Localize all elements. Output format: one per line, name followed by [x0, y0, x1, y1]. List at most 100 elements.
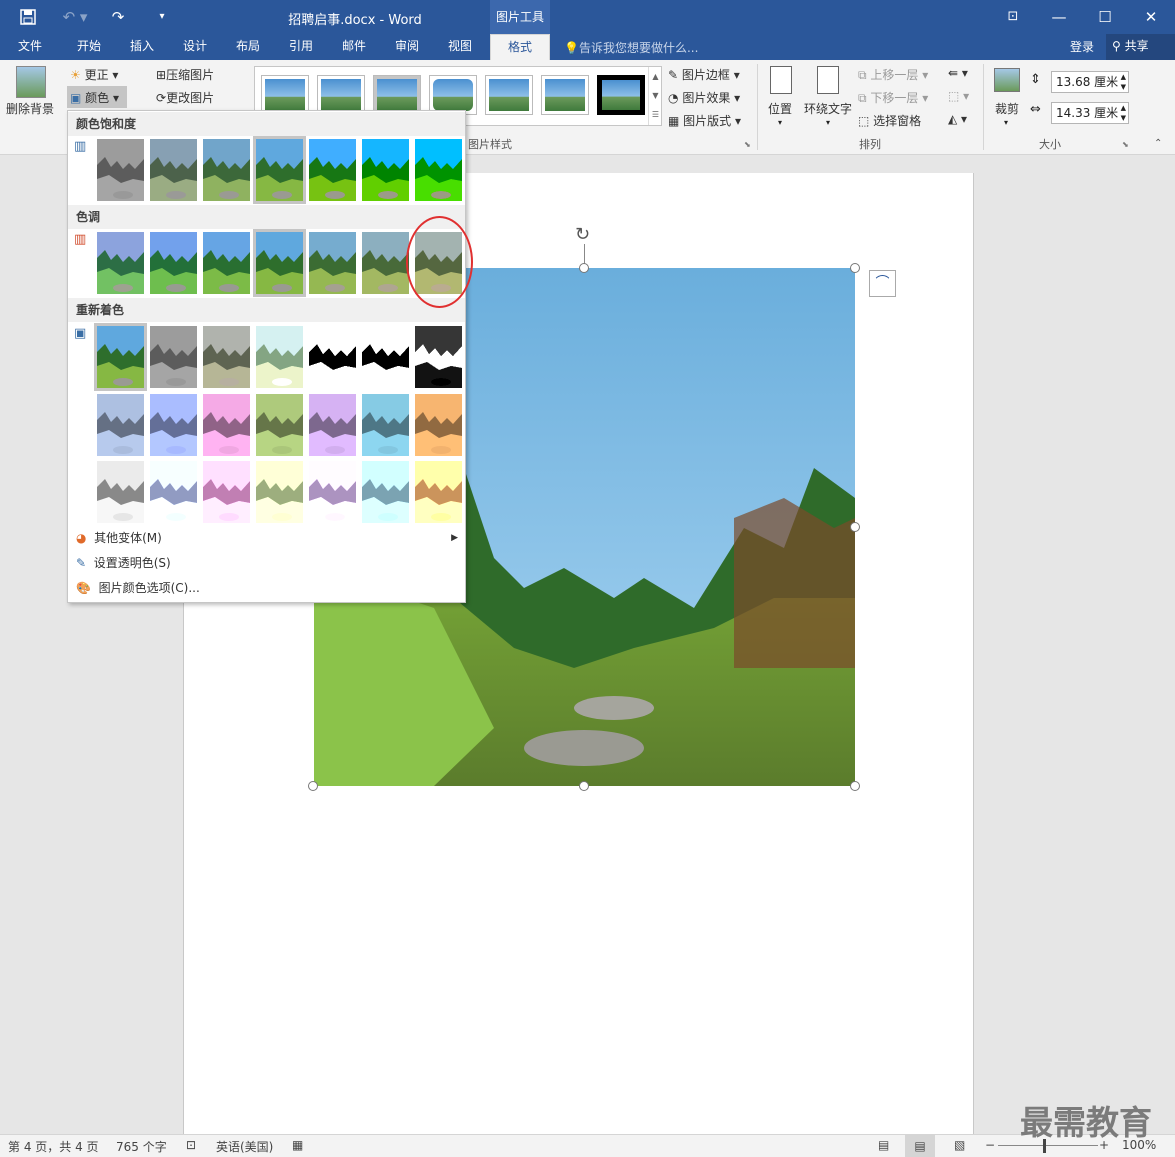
web-layout-icon[interactable]: ▧ — [954, 1138, 965, 1152]
resize-handle[interactable] — [850, 522, 860, 532]
color-variant-thumb[interactable] — [415, 326, 462, 388]
macro-icon[interactable]: ▦ — [292, 1138, 303, 1152]
color-variant-thumb[interactable] — [362, 326, 409, 388]
color-variant-thumb[interactable] — [94, 323, 147, 391]
picture-border-button[interactable]: ✎ 图片边框 ▾ — [668, 66, 740, 83]
color-variant-thumb[interactable] — [415, 394, 462, 456]
color-variant-thumb[interactable] — [415, 139, 462, 201]
tab-mailings[interactable]: 邮件 — [329, 34, 379, 60]
color-variant-thumb[interactable] — [256, 326, 303, 388]
crop-dropdown-icon[interactable]: ▾ — [1004, 118, 1008, 127]
color-variant-thumb[interactable] — [362, 461, 409, 523]
color-variant-thumb[interactable] — [309, 461, 356, 523]
color-variant-thumb[interactable] — [150, 232, 197, 294]
tab-layout[interactable]: 布局 — [223, 34, 273, 60]
zoom-slider[interactable] — [998, 1145, 1098, 1146]
sign-in-link[interactable]: 登录 — [1070, 38, 1094, 55]
rotate-icon[interactable]: ◭ ▾ — [948, 112, 967, 126]
color-variant-thumb[interactable] — [309, 394, 356, 456]
color-variant-thumb[interactable] — [362, 394, 409, 456]
resize-handle[interactable] — [579, 781, 589, 791]
word-count[interactable]: 765 个字 — [116, 1138, 167, 1155]
color-variant-thumb[interactable] — [309, 232, 356, 294]
color-variant-thumb[interactable] — [415, 461, 462, 523]
width-field[interactable]: 14.33 厘米 ▲ ▼ — [1051, 102, 1129, 124]
tab-view[interactable]: 视图 — [435, 34, 485, 60]
color-variant-thumb[interactable] — [203, 326, 250, 388]
color-variant-thumb[interactable] — [97, 139, 144, 201]
size-dialog-launcher-icon[interactable]: ⬊ — [1122, 140, 1129, 149]
style-thumb[interactable] — [373, 75, 421, 115]
tab-review[interactable]: 审阅 — [382, 34, 432, 60]
layout-options-icon[interactable]: ⌒ — [869, 270, 896, 297]
align-icon[interactable]: ⇚ ▾ — [948, 66, 968, 80]
color-variant-thumb[interactable] — [150, 139, 197, 201]
color-variant-thumb[interactable] — [97, 232, 144, 294]
color-variant-thumb[interactable] — [253, 136, 306, 204]
rotate-handle-icon[interactable]: ↻ — [575, 224, 590, 245]
picture-layout-button[interactable]: ▦ 图片版式 ▾ — [668, 112, 741, 129]
collapse-ribbon-icon[interactable]: ⌃ — [1154, 138, 1162, 149]
style-thumb[interactable] — [429, 75, 477, 115]
color-variant-thumb[interactable] — [256, 461, 303, 523]
style-thumb[interactable] — [485, 75, 533, 115]
resize-handle[interactable] — [579, 263, 589, 273]
color-variant-thumb[interactable] — [253, 229, 306, 297]
bring-forward-button[interactable]: ⧉ 上移一层 ▾ — [858, 66, 928, 83]
color-variant-thumb[interactable] — [203, 394, 250, 456]
style-thumb[interactable] — [541, 75, 589, 115]
corrections-button[interactable]: ☀ 更正 ▾ — [70, 66, 118, 83]
customize-qat-icon[interactable]: ▾ — [152, 6, 172, 28]
wrap-text-button[interactable]: 环绕文字 — [804, 100, 852, 117]
tab-insert[interactable]: 插入 — [118, 34, 166, 60]
color-button[interactable]: ▣ 颜色 ▾ — [67, 86, 127, 108]
set-transparent-color-item[interactable]: ✎ 设置透明色(S) — [76, 552, 171, 574]
style-thumb[interactable] — [261, 75, 309, 115]
styles-dialog-launcher-icon[interactable]: ⬊ — [744, 140, 751, 149]
position-button[interactable]: 位置 — [768, 100, 792, 117]
color-variant-thumb[interactable] — [309, 326, 356, 388]
maximize-button[interactable]: ☐ — [1082, 5, 1128, 29]
close-button[interactable]: ✕ — [1128, 5, 1174, 29]
compress-pictures-button[interactable]: ⊞压缩图片 — [156, 66, 214, 83]
style-thumb[interactable] — [317, 75, 365, 115]
picture-effects-button[interactable]: ◔ 图片效果 ▾ — [668, 89, 740, 106]
tab-design[interactable]: 设计 — [170, 34, 220, 60]
more-variations-item[interactable]: ◕ 其他变体(M) ▶ — [76, 527, 458, 549]
color-variant-thumb[interactable] — [362, 139, 409, 201]
zoom-out-icon[interactable]: − — [985, 1138, 995, 1152]
color-variant-thumb[interactable] — [203, 139, 250, 201]
redo-icon[interactable]: ↷ — [104, 6, 132, 28]
resize-handle[interactable] — [308, 781, 318, 791]
share-button[interactable]: ⚲ 共享 — [1106, 34, 1175, 60]
tab-home[interactable]: 开始 — [64, 34, 114, 60]
color-variant-thumb[interactable] — [309, 139, 356, 201]
wrap-dropdown-icon[interactable]: ▾ — [826, 118, 830, 127]
color-variant-thumb[interactable] — [362, 232, 409, 294]
remove-background-button[interactable]: 删除背景 — [6, 100, 54, 117]
language[interactable]: 英语(美国) — [216, 1138, 273, 1155]
gallery-scroll[interactable]: ▲ ▼ ☰ — [648, 67, 662, 125]
position-dropdown-icon[interactable]: ▾ — [778, 118, 782, 127]
color-variant-thumb[interactable] — [150, 461, 197, 523]
selection-pane-button[interactable]: ⬚ 选择窗格 — [858, 112, 921, 129]
color-variant-thumb[interactable] — [97, 461, 144, 523]
color-variant-thumb[interactable] — [150, 326, 197, 388]
crop-button[interactable]: 裁剪 — [995, 100, 1019, 117]
group-icon[interactable]: ⬚ ▾ — [948, 89, 969, 103]
color-variant-thumb[interactable] — [203, 461, 250, 523]
picture-color-options-item[interactable]: 🎨 图片颜色选项(C)... — [76, 577, 200, 599]
undo-icon[interactable]: ↶ ▾ — [58, 6, 92, 28]
page-count[interactable]: 第 4 页，共 4 页 — [8, 1138, 99, 1155]
color-variant-thumb[interactable] — [203, 232, 250, 294]
ribbon-display-icon[interactable]: ⊡ — [990, 5, 1036, 29]
tab-references[interactable]: 引用 — [276, 34, 326, 60]
print-layout-icon[interactable]: ▤ — [905, 1135, 935, 1157]
color-variant-thumb[interactable] — [97, 394, 144, 456]
change-picture-button[interactable]: ⟳更改图片 — [156, 89, 214, 106]
minimize-button[interactable]: — — [1036, 5, 1082, 29]
color-variant-thumb[interactable] — [150, 394, 197, 456]
resize-handle[interactable] — [850, 263, 860, 273]
height-field[interactable]: 13.68 厘米 ▲ ▼ — [1051, 71, 1129, 93]
resize-handle[interactable] — [850, 781, 860, 791]
